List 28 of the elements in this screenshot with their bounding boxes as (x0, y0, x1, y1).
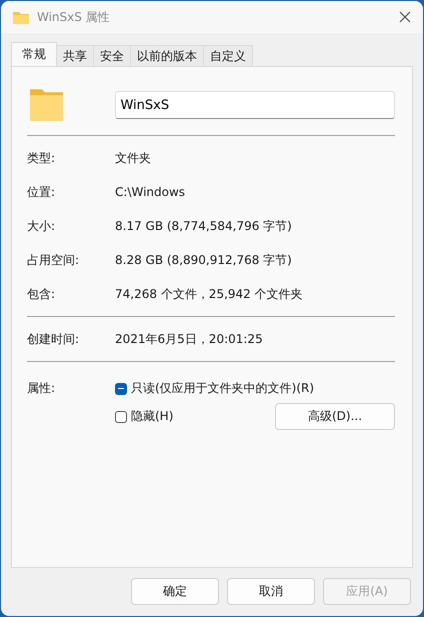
attributes-label: 属性: (27, 380, 56, 397)
property-label: 位置: (27, 184, 56, 200)
tab[interactable]: 自定义 (203, 45, 253, 66)
property-label: 占用空间: (27, 252, 80, 268)
name-field[interactable]: WinSxS (115, 91, 395, 119)
property-label: 类型: (27, 150, 56, 166)
dialog-button[interactable]: 确定 (131, 578, 219, 605)
property-value: 74,268 个文件，25,942 个文件夹 (115, 286, 303, 302)
property-value: 2021年6月5日，20:01:25 (115, 330, 263, 348)
tab[interactable]: 以前的版本 (130, 45, 204, 66)
tab[interactable]: 安全 (93, 45, 131, 66)
checkbox[interactable]: 只读(仅应用于文件夹中的文件)(R) (115, 380, 314, 397)
checkbox[interactable]: 隐藏(H) (115, 408, 174, 425)
folder-icon (13, 10, 29, 24)
window-title: WinSxS 属性 (37, 8, 111, 26)
property-label: 包含: (27, 286, 56, 302)
property-value: 8.28 GB (8,890,912,768 字节) (115, 252, 292, 268)
property-label: 创建时间: (27, 330, 80, 348)
property-value: C:\Windows (115, 185, 186, 199)
property-value: 文件夹 (115, 150, 151, 166)
property-label: 大小: (27, 218, 56, 234)
close-icon[interactable] (399, 11, 411, 23)
tab[interactable]: 共享 (56, 45, 94, 66)
property-value: 8.17 GB (8,774,584,796 字节) (115, 218, 292, 234)
dialog-button[interactable]: 取消 (227, 578, 315, 605)
advanced-button[interactable]: 高级(D)... (275, 403, 395, 430)
folder-icon (30, 89, 64, 121)
tab[interactable]: 常规 (11, 42, 57, 66)
